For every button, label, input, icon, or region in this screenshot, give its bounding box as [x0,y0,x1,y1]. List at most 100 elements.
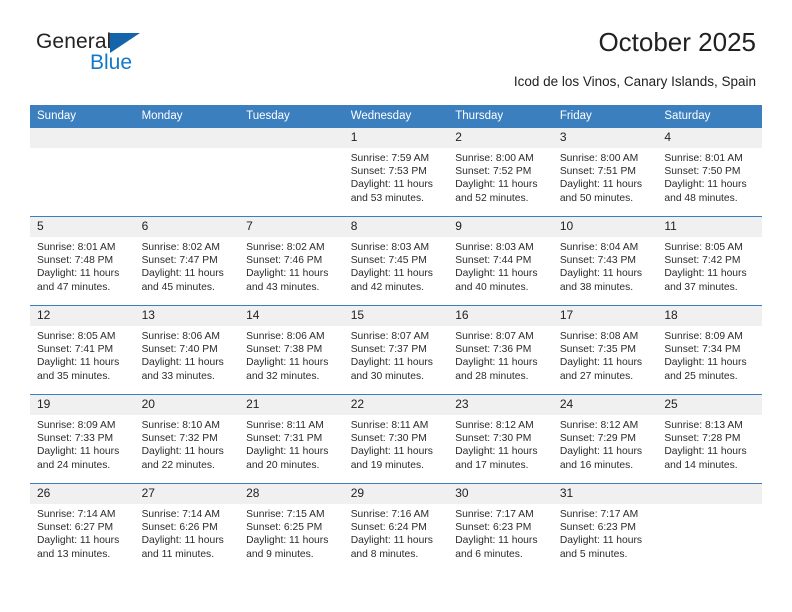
calendar-day-cell[interactable]: 20 Sunrise: 8:10 AM Sunset: 7:32 PM Dayligh… [134,394,240,484]
calendar-day-cell[interactable]: 26 Sunrise: 7:14 AM Sunset: 6:27 PM Dayligh… [30,483,135,573]
daylight-text-line2: and 27 minutes. [559,370,634,382]
sunrise-text: Sunrise: 8:02 AM [141,242,220,253]
sunset-text: Sunset: 7:46 PM [246,255,323,267]
day-details: Sunrise: 8:05 AM Sunset: 7:41 PM Daylight:… [30,326,135,383]
calendar-day-cell[interactable]: 17 Sunrise: 8:08 AM Sunset: 7:35 PM Dayligh… [552,305,658,395]
sunrise-text: Sunrise: 8:05 AM [37,331,116,342]
calendar-day-cell[interactable]: 15 Sunrise: 8:07 AM Sunset: 7:37 PM Dayligh… [343,305,449,395]
calendar-day-cell[interactable]: 31 Sunrise: 7:17 AM Sunset: 6:23 PM Dayligh… [552,483,658,573]
sunrise-text: Sunrise: 7:17 AM [559,509,639,520]
calendar-day-cell[interactable]: 30 Sunrise: 7:17 AM Sunset: 6:23 PM Dayligh… [448,483,553,573]
day-number [30,128,135,148]
weekday-header-wednesday: Wednesday [343,105,449,128]
day-details: Sunrise: 8:09 AM Sunset: 7:34 PM Daylight:… [657,326,762,383]
calendar-day-cell[interactable]: 9 Sunrise: 8:03 AM Sunset: 7:44 PM Daylight… [448,216,553,306]
sunrise-text: Sunrise: 8:03 AM [455,242,534,253]
sunrise-text: Sunrise: 8:00 AM [559,153,639,164]
calendar-day-cell[interactable]: 27 Sunrise: 7:14 AM Sunset: 6:26 PM Dayligh… [134,483,240,573]
sunset-text: Sunset: 7:52 PM [455,166,532,178]
calendar-day-cell[interactable]: 23 Sunrise: 8:12 AM Sunset: 7:30 PM Dayligh… [448,394,553,484]
calendar-day-cell[interactable]: 13 Sunrise: 8:06 AM Sunset: 7:40 PM Dayligh… [134,305,240,395]
day-details: Sunrise: 8:12 AM Sunset: 7:30 PM Daylight:… [448,415,553,472]
daylight-text-line1: Daylight: 11 hours [559,446,643,458]
calendar-day-cell[interactable]: 1 Sunrise: 7:59 AM Sunset: 7:53 PM Daylight… [343,127,449,217]
day-details: Sunrise: 7:14 AM Sunset: 6:26 PM Daylight:… [135,504,240,561]
calendar-week-row: 12 Sunrise: 8:05 AM Sunset: 7:41 PM Dayligh… [30,305,762,395]
day-number: 12 [30,306,135,326]
day-number: 20 [134,395,240,415]
calendar-day-cell[interactable]: 10 Sunrise: 8:04 AM Sunset: 7:43 PM Dayligh… [552,216,658,306]
calendar-day-cell[interactable]: 6 Sunrise: 8:02 AM Sunset: 7:47 PM Daylight… [134,216,240,306]
calendar-body: 1 Sunrise: 7:59 AM Sunset: 7:53 PM Daylight… [30,127,762,573]
daylight-text-line1: Daylight: 11 hours [141,446,224,458]
sunrise-text: Sunrise: 8:09 AM [664,331,743,342]
day-details: Sunrise: 7:17 AM Sunset: 6:23 PM Daylight:… [553,504,658,561]
day-number: 25 [657,395,762,415]
sunrise-text: Sunrise: 7:16 AM [350,509,430,520]
sunset-text: Sunset: 7:38 PM [246,344,323,356]
weekday-header-row: Sunday Monday Tuesday Wednesday Thursday… [30,105,762,128]
daylight-text-line1: Daylight: 11 hours [664,357,747,369]
daylight-text-line2: and 20 minutes. [246,459,320,471]
sunrise-text: Sunrise: 8:08 AM [559,331,639,342]
daylight-text-line1: Daylight: 11 hours [37,268,120,280]
daylight-text-line2: and 42 minutes. [350,281,424,293]
logo-text-blue: Blue [90,51,133,74]
weekday-header-monday: Monday [134,105,240,128]
day-details: Sunrise: 8:11 AM Sunset: 7:30 PM Daylight:… [344,415,449,472]
daylight-text-line1: Daylight: 11 hours [455,535,538,547]
sunrise-text: Sunrise: 8:01 AM [664,153,743,164]
calendar-day-cell[interactable]: 2 Sunrise: 8:00 AM Sunset: 7:52 PM Daylight… [448,127,553,217]
sunrise-text: Sunrise: 8:11 AM [246,420,324,431]
daylight-text-line1: Daylight: 11 hours [664,179,747,191]
weekday-header-friday: Friday [552,105,658,128]
calendar-day-cell[interactable]: 21 Sunrise: 8:11 AM Sunset: 7:31 PM Dayligh… [239,394,344,484]
daylight-text-line2: and 53 minutes. [350,192,424,204]
sunset-text: Sunset: 7:28 PM [664,433,741,445]
calendar-day-cell[interactable]: 22 Sunrise: 8:11 AM Sunset: 7:30 PM Dayligh… [343,394,449,484]
sunset-text: Sunset: 7:30 PM [350,433,427,445]
calendar-day-cell[interactable]: 7 Sunrise: 8:02 AM Sunset: 7:46 PM Daylight… [239,216,344,306]
daylight-text-line2: and 47 minutes. [37,281,111,293]
daylight-text-line2: and 43 minutes. [246,281,320,293]
day-details: Sunrise: 7:14 AM Sunset: 6:27 PM Daylight:… [30,504,135,561]
daylight-text-line2: and 52 minutes. [455,192,529,204]
day-details: Sunrise: 8:01 AM Sunset: 7:48 PM Daylight:… [30,237,135,294]
sunrise-text: Sunrise: 8:06 AM [141,331,220,342]
sunrise-text: Sunrise: 8:03 AM [350,242,430,253]
calendar-day-cell[interactable]: 11 Sunrise: 8:05 AM Sunset: 7:42 PM Dayligh… [657,216,762,306]
day-details [30,148,135,152]
sunset-text: Sunset: 7:41 PM [37,344,114,356]
sunrise-text: Sunrise: 7:17 AM [455,509,534,520]
sunset-text: Sunset: 7:37 PM [350,344,427,356]
calendar-day-cell[interactable]: 19 Sunrise: 8:09 AM Sunset: 7:33 PM Dayligh… [30,394,135,484]
calendar-day-cell[interactable]: 25 Sunrise: 8:13 AM Sunset: 7:28 PM Dayligh… [657,394,762,484]
sunset-text: Sunset: 7:50 PM [664,166,741,178]
sunset-text: Sunset: 7:47 PM [141,255,218,267]
page-subtitle: Icod de los Vinos, Canary Islands, Spain [513,74,756,89]
calendar-day-cell[interactable]: 8 Sunrise: 8:03 AM Sunset: 7:45 PM Daylight… [343,216,449,306]
calendar-day-cell[interactable]: 28 Sunrise: 7:15 AM Sunset: 6:25 PM Dayligh… [239,483,344,573]
calendar-day-cell[interactable]: 3 Sunrise: 8:00 AM Sunset: 7:51 PM Daylight… [552,127,658,217]
day-number: 3 [552,128,658,148]
daylight-text-line1: Daylight: 11 hours [141,357,224,369]
daylight-text-line1: Daylight: 11 hours [350,268,433,280]
daylight-text-line2: and 33 minutes. [141,370,215,382]
daylight-text-line1: Daylight: 11 hours [559,268,643,280]
day-details: Sunrise: 8:13 AM Sunset: 7:28 PM Daylight:… [657,415,762,472]
day-number [239,128,344,148]
sunrise-sunset-calendar: Sunday Monday Tuesday Wednesday Thursday… [30,105,762,573]
daylight-text-line1: Daylight: 11 hours [559,179,643,191]
general-blue-logo[interactable]: General Blue [36,31,166,79]
calendar-day-cell[interactable]: 5 Sunrise: 8:01 AM Sunset: 7:48 PM Daylight… [30,216,135,306]
calendar-day-cell[interactable]: 12 Sunrise: 8:05 AM Sunset: 7:41 PM Dayligh… [30,305,135,395]
day-number: 2 [448,128,553,148]
sunrise-text: Sunrise: 8:06 AM [246,331,325,342]
calendar-day-cell[interactable]: 24 Sunrise: 8:12 AM Sunset: 7:29 PM Dayligh… [552,394,658,484]
sunset-text: Sunset: 7:48 PM [37,255,114,267]
calendar-day-cell[interactable]: 14 Sunrise: 8:06 AM Sunset: 7:38 PM Dayligh… [239,305,344,395]
calendar-day-cell[interactable]: 16 Sunrise: 8:07 AM Sunset: 7:36 PM Dayligh… [448,305,553,395]
calendar-day-cell[interactable]: 29 Sunrise: 7:16 AM Sunset: 6:24 PM Dayligh… [343,483,449,573]
calendar-day-cell[interactable]: 18 Sunrise: 8:09 AM Sunset: 7:34 PM Dayligh… [657,305,762,395]
calendar-day-cell[interactable]: 4 Sunrise: 8:01 AM Sunset: 7:50 PM Daylight… [657,127,762,217]
